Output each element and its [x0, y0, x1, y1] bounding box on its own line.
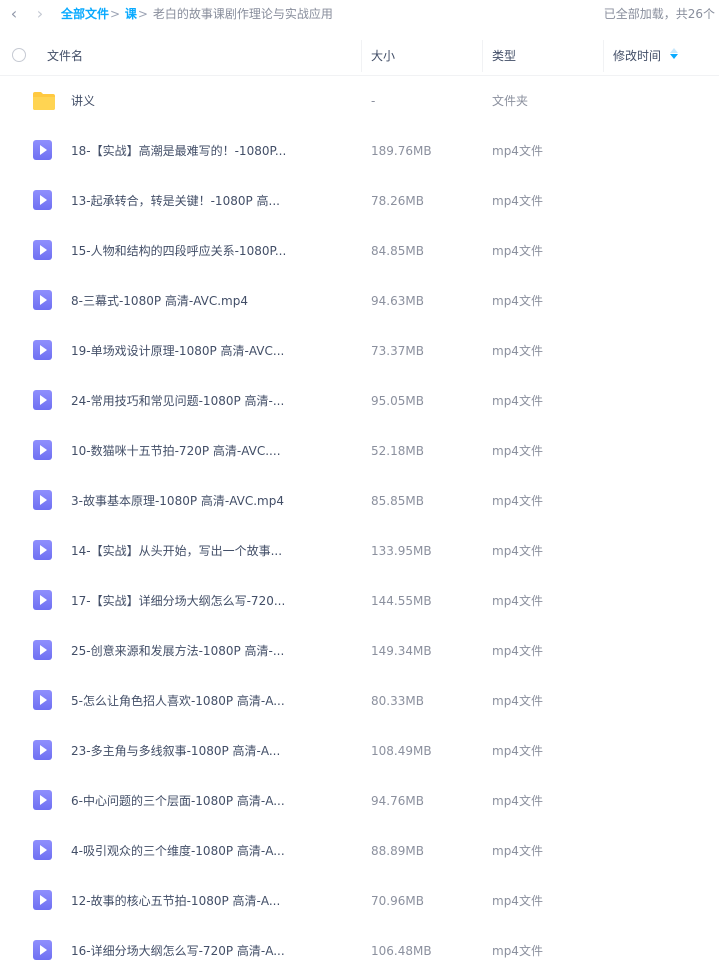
file-row[interactable]: 17-【实战】详细分场大纲怎么写-720... 144.55MB mp4文件: [0, 576, 719, 626]
breadcrumb-separator: >: [137, 7, 148, 21]
file-type: mp4文件: [492, 194, 543, 208]
file-name[interactable]: 12-故事的核心五节拍-1080P 高清-A...: [71, 876, 280, 926]
load-status: 已全部加载，共26个: [603, 7, 715, 21]
chevron-left-icon[interactable]: ‹: [6, 5, 22, 23]
file-type: mp4文件: [492, 294, 543, 308]
file-row[interactable]: 8-三幕式-1080P 高清-AVC.mp4 94.63MB mp4文件: [0, 276, 719, 326]
file-type: mp4文件: [492, 744, 543, 758]
file-size: 94.76MB: [371, 794, 424, 808]
file-name[interactable]: 8-三幕式-1080P 高清-AVC.mp4: [71, 276, 248, 326]
file-row[interactable]: 23-多主角与多线叙事-1080P 高清-A... 108.49MB mp4文件: [0, 726, 719, 776]
file-type: mp4文件: [492, 244, 543, 258]
file-row[interactable]: 10-数猫咪十五节拍-720P 高清-AVC.... 52.18MB mp4文件: [0, 426, 719, 476]
file-row[interactable]: 3-故事基本原理-1080P 高清-AVC.mp4 85.85MB mp4文件: [0, 476, 719, 526]
file-size: 95.05MB: [371, 394, 424, 408]
file-size: 52.18MB: [371, 444, 424, 458]
file-size: 149.34MB: [371, 644, 432, 658]
select-all-checkbox[interactable]: [12, 48, 26, 62]
breadcrumb-separator: >: [110, 7, 121, 21]
file-row[interactable]: 15-人物和结构的四段呼应关系-1080P... 84.85MB mp4文件: [0, 226, 719, 276]
file-row[interactable]: 13-起承转合，转是关键！-1080P 高... 78.26MB mp4文件: [0, 176, 719, 226]
file-name[interactable]: 3-故事基本原理-1080P 高清-AVC.mp4: [71, 476, 284, 526]
file-type: mp4文件: [492, 794, 543, 808]
file-size: 88.89MB: [371, 844, 424, 858]
file-size: 94.63MB: [371, 294, 424, 308]
file-size: 84.85MB: [371, 244, 424, 258]
file-size: -: [371, 94, 376, 108]
column-divider[interactable]: [361, 40, 362, 72]
column-header-name[interactable]: 文件名: [47, 37, 83, 75]
column-header-modified[interactable]: 修改时间: [613, 37, 679, 75]
file-size: 78.26MB: [371, 194, 424, 208]
file-type: mp4文件: [492, 494, 543, 508]
file-row[interactable]: 12-故事的核心五节拍-1080P 高清-A... 70.96MB mp4文件: [0, 876, 719, 926]
toolbar: ‹ › 全部文件> 课> 老白的故事课剧作理论与实战应用 已全部加载，共26个: [0, 0, 719, 30]
file-name[interactable]: 4-吸引观众的三个维度-1080P 高清-A...: [71, 826, 285, 876]
file-type: mp4文件: [492, 544, 543, 558]
file-name[interactable]: 5-怎么让角色招人喜欢-1080P 高清-A...: [71, 676, 285, 726]
chevron-right-icon[interactable]: ›: [32, 5, 48, 23]
file-type: mp4文件: [492, 594, 543, 608]
file-list-header: 文件名 大小 类型 修改时间: [0, 37, 719, 76]
file-name[interactable]: 14-【实战】从头开始，写出一个故事...: [71, 526, 282, 576]
file-row[interactable]: 讲义 - 文件夹: [0, 76, 719, 126]
file-type: 文件夹: [492, 94, 529, 108]
file-size: 106.48MB: [371, 944, 432, 958]
file-type: mp4文件: [492, 944, 543, 958]
file-row[interactable]: 5-怎么让角色招人喜欢-1080P 高清-A... 80.33MB mp4文件: [0, 676, 719, 726]
file-name[interactable]: 10-数猫咪十五节拍-720P 高清-AVC....: [71, 426, 281, 476]
file-type: mp4文件: [492, 894, 543, 908]
file-name[interactable]: 19-单场戏设计原理-1080P 高清-AVC...: [71, 326, 284, 376]
column-header-modified-label: 修改时间: [613, 49, 662, 63]
file-type: mp4文件: [492, 694, 543, 708]
file-row[interactable]: 16-详细分场大纲怎么写-720P 高清-A... 106.48MB mp4文件: [0, 926, 719, 976]
file-size: 70.96MB: [371, 894, 424, 908]
file-row[interactable]: 18-【实战】高潮是最难写的！-1080P... 189.76MB mp4文件: [0, 126, 719, 176]
breadcrumb: 全部文件> 课> 老白的故事课剧作理论与实战应用: [61, 6, 333, 22]
column-header-type[interactable]: 类型: [492, 37, 516, 75]
file-name[interactable]: 讲义: [71, 76, 95, 126]
file-row[interactable]: 14-【实战】从头开始，写出一个故事... 133.95MB mp4文件: [0, 526, 719, 576]
file-type: mp4文件: [492, 844, 543, 858]
breadcrumb-level1-link[interactable]: 课: [125, 7, 137, 21]
file-name[interactable]: 13-起承转合，转是关键！-1080P 高...: [71, 176, 280, 226]
file-row[interactable]: 25-创意来源和发展方法-1080P 高清-... 149.34MB mp4文件: [0, 626, 719, 676]
file-name[interactable]: 23-多主角与多线叙事-1080P 高清-A...: [71, 726, 280, 776]
column-header-size[interactable]: 大小: [371, 37, 395, 75]
file-name[interactable]: 18-【实战】高潮是最难写的！-1080P...: [71, 126, 286, 176]
file-name[interactable]: 17-【实战】详细分场大纲怎么写-720...: [71, 576, 285, 626]
file-row[interactable]: 6-中心问题的三个层面-1080P 高清-A... 94.76MB mp4文件: [0, 776, 719, 826]
file-type: mp4文件: [492, 344, 543, 358]
file-size: 73.37MB: [371, 344, 424, 358]
file-name[interactable]: 24-常用技巧和常见问题-1080P 高清-...: [71, 376, 284, 426]
file-type: mp4文件: [492, 444, 543, 458]
file-name[interactable]: 6-中心问题的三个层面-1080P 高清-A...: [71, 776, 285, 826]
file-name[interactable]: 16-详细分场大纲怎么写-720P 高清-A...: [71, 926, 285, 976]
file-size: 108.49MB: [371, 744, 432, 758]
file-type: mp4文件: [492, 644, 543, 658]
breadcrumb-current: 老白的故事课剧作理论与实战应用: [152, 7, 333, 21]
column-divider[interactable]: [603, 40, 604, 72]
file-size: 189.76MB: [371, 144, 432, 158]
file-row[interactable]: 4-吸引观众的三个维度-1080P 高清-A... 88.89MB mp4文件: [0, 826, 719, 876]
file-name[interactable]: 15-人物和结构的四段呼应关系-1080P...: [71, 226, 286, 276]
file-size: 85.85MB: [371, 494, 424, 508]
file-size: 80.33MB: [371, 694, 424, 708]
sort-desc-icon[interactable]: [670, 48, 679, 59]
column-divider[interactable]: [482, 40, 483, 72]
file-list: 讲义 - 文件夹 18-【实战】高潮是最难写的！-1080P... 189.76MB mp…: [0, 76, 719, 976]
file-name[interactable]: 25-创意来源和发展方法-1080P 高清-...: [71, 626, 284, 676]
file-size: 144.55MB: [371, 594, 432, 608]
file-type: mp4文件: [492, 394, 543, 408]
breadcrumb-root-link[interactable]: 全部文件: [61, 7, 109, 21]
file-row[interactable]: 19-单场戏设计原理-1080P 高清-AVC... 73.37MB mp4文件: [0, 326, 719, 376]
file-type: mp4文件: [492, 144, 543, 158]
file-row[interactable]: 24-常用技巧和常见问题-1080P 高清-... 95.05MB mp4文件: [0, 376, 719, 426]
file-size: 133.95MB: [371, 544, 432, 558]
